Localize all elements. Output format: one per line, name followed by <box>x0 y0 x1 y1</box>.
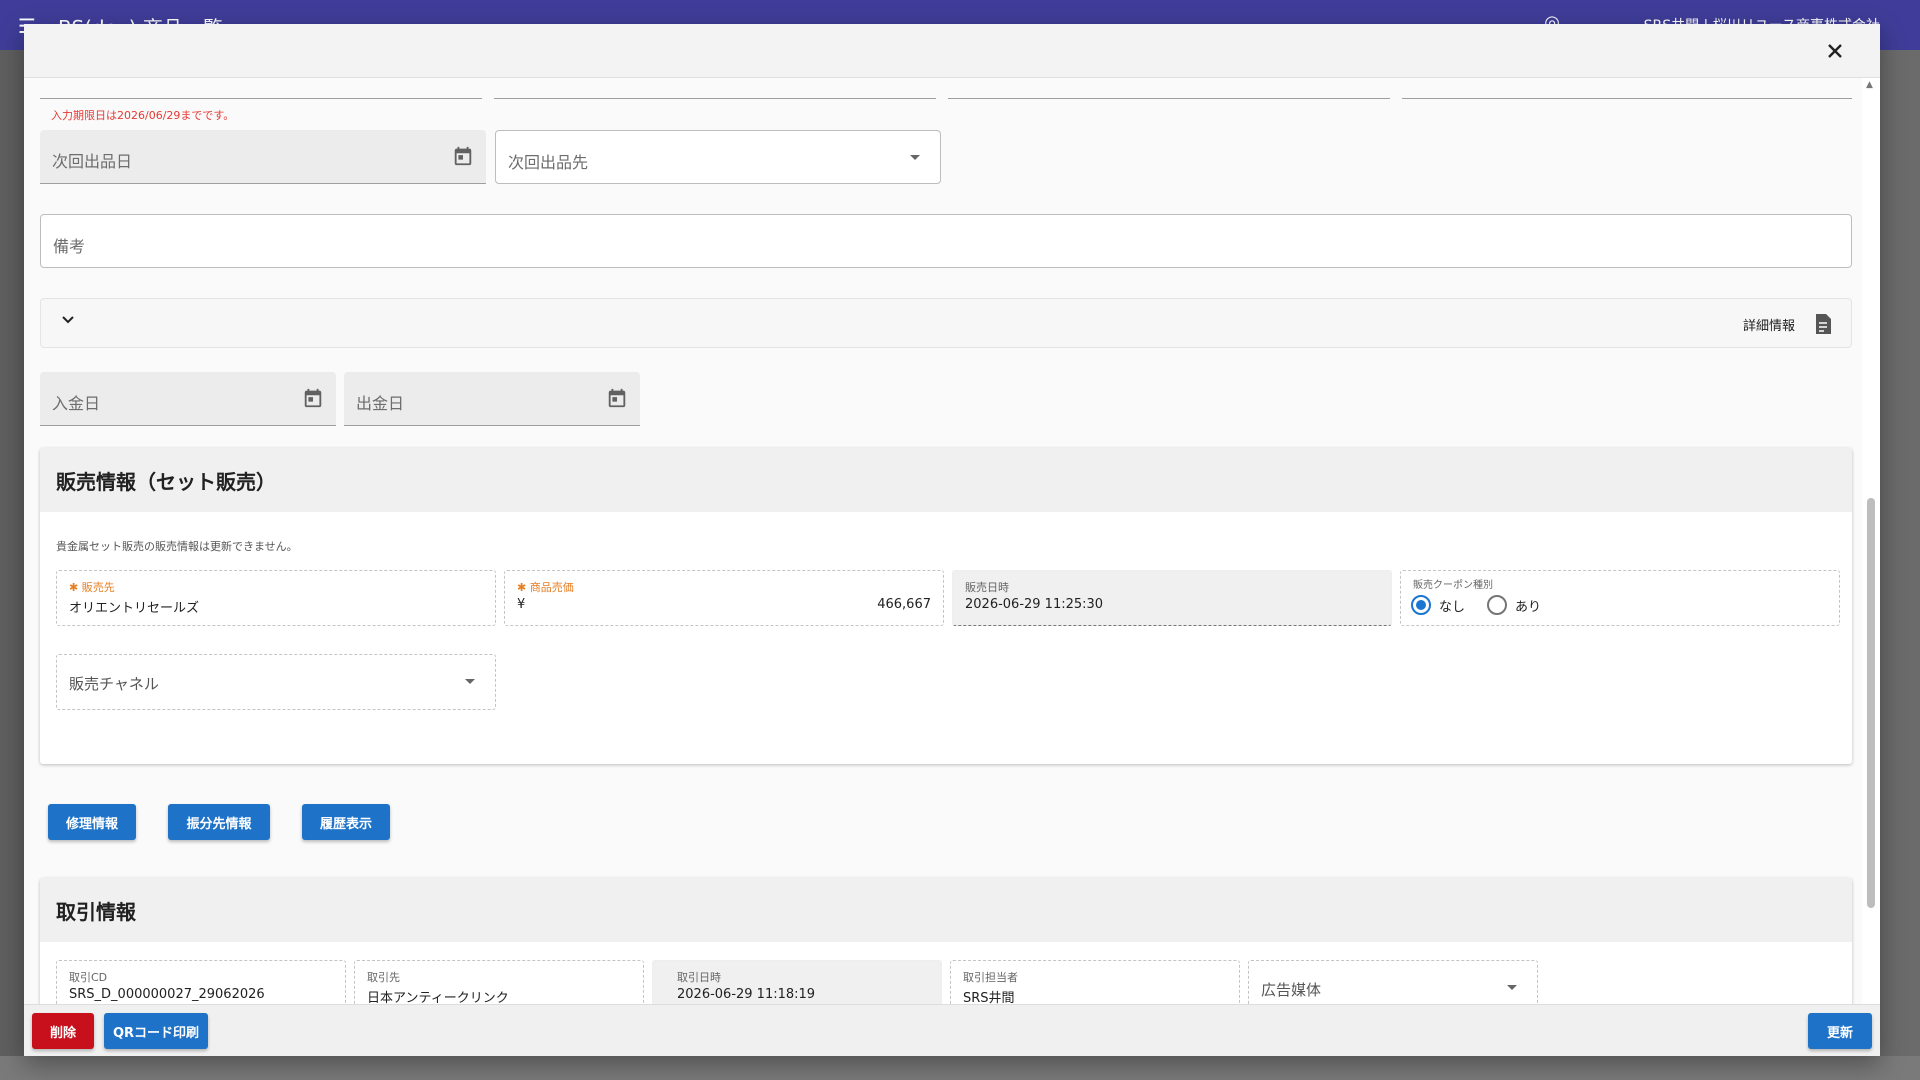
price-label: ✱ 商品売価 <box>517 581 574 594</box>
withdraw-date-label: 出金日 <box>356 394 405 413</box>
field-underline <box>1402 98 1852 99</box>
detail-info-expander[interactable]: 詳細情報 <box>40 298 1852 348</box>
price-currency: ¥ <box>517 597 526 612</box>
trade-card-header: 取引情報 <box>40 878 1852 942</box>
sales-channel-select[interactable]: 販売チャネル <box>56 654 496 710</box>
close-button[interactable] <box>1820 36 1850 66</box>
coupon-yes-radio[interactable]: あり <box>1487 595 1541 615</box>
coupon-type-field: 販売クーポン種別 なし あり <box>1400 570 1840 626</box>
dropdown-arrow-icon <box>910 155 920 160</box>
chevron-down-icon <box>61 311 75 332</box>
field-underline <box>494 98 936 99</box>
remarks-label: 備考 <box>53 237 86 256</box>
trade-datetime-value: 2026-06-29 11:18:19 <box>677 987 816 1002</box>
buyer-field[interactable]: ✱ 販売先 オリエントリセールズ <box>56 570 496 626</box>
trade-staff-label: 取引担当者 <box>963 971 1018 984</box>
allocation-info-button[interactable]: 振分先情報 <box>168 804 270 840</box>
dialog-scrollbar[interactable]: ▲ ▼ <box>1862 78 1880 1028</box>
next-listing-date-label: 次回出品日 <box>52 152 133 171</box>
price-field[interactable]: ✱ 商品売価 ¥ 466,667 <box>504 570 944 626</box>
dropdown-arrow-icon <box>465 679 475 684</box>
sold-at-field: 販売日時 2026-06-29 11:25:30 <box>952 570 1392 626</box>
buyer-value: オリエントリセールズ <box>69 601 200 616</box>
sold-at-value: 2026-06-29 11:25:30 <box>965 597 1104 612</box>
history-button[interactable]: 履歴表示 <box>302 804 390 840</box>
calendar-icon[interactable] <box>302 387 324 409</box>
field-underline <box>40 98 482 99</box>
deposit-date-field[interactable]: 入金日 <box>40 372 336 426</box>
withdraw-date-field[interactable]: 出金日 <box>344 372 640 426</box>
dialog-header <box>24 24 1880 78</box>
remarks-field[interactable]: 備考 <box>40 214 1852 268</box>
update-button[interactable]: 更新 <box>1808 1013 1872 1049</box>
background-sidebar <box>0 50 26 1080</box>
buyer-label-text: 販売先 <box>81 581 115 594</box>
coupon-none-label: なし <box>1439 599 1466 615</box>
trade-cd-value: SRS_D_000000027_29062026 <box>69 987 265 1002</box>
next-listing-date-field[interactable]: 次回出品日 <box>40 130 486 184</box>
scroll-up-icon[interactable]: ▲ <box>1866 80 1873 90</box>
sales-card-title: 販売情報（セット販売） <box>56 470 276 494</box>
product-edit-dialog: 入力期限日は2026/06/29までです。 次回出品日 次回出品先 備考 詳細情… <box>24 24 1880 1056</box>
close-icon <box>1828 44 1842 58</box>
buyer-label: ✱ 販売先 <box>69 581 115 594</box>
calendar-icon[interactable] <box>452 145 474 167</box>
scrollbar-thumb[interactable] <box>1867 498 1875 908</box>
coupon-type-label: 販売クーポン種別 <box>1413 580 1493 591</box>
document-icon <box>1816 314 1831 334</box>
field-underline <box>948 98 1390 99</box>
next-listing-destination-select[interactable]: 次回出品先 <box>495 130 941 184</box>
qr-print-button[interactable]: QRコード印刷 <box>104 1013 208 1049</box>
next-listing-destination-label: 次回出品先 <box>508 153 589 172</box>
price-label-text: 商品売価 <box>529 581 574 594</box>
trade-card-title: 取引情報 <box>56 900 136 924</box>
price-value: 466,667 <box>877 597 931 612</box>
deposit-date-label: 入金日 <box>52 394 101 413</box>
radio-checked-icon <box>1411 595 1431 615</box>
sales-note: 貴金属セット販売の販売情報は更新できません。 <box>56 540 298 553</box>
date-error-message: 入力期限日は2026/06/29までです。 <box>51 109 235 122</box>
detail-info-label: 詳細情報 <box>1742 319 1795 334</box>
sold-at-label: 販売日時 <box>965 581 1009 594</box>
trade-cd-label: 取引CD <box>69 971 108 984</box>
ad-media-label: 広告媒体 <box>1261 981 1322 999</box>
radio-unchecked-icon <box>1487 595 1507 615</box>
repair-info-button[interactable]: 修理情報 <box>48 804 136 840</box>
coupon-yes-label: あり <box>1515 599 1542 615</box>
dialog-footer: 削除 QRコード印刷 更新 <box>24 1004 1880 1056</box>
trade-partner-label: 取引先 <box>367 971 400 984</box>
calendar-icon[interactable] <box>606 387 628 409</box>
sales-card-header: 販売情報（セット販売） <box>40 448 1852 512</box>
background-footer <box>0 1056 1920 1080</box>
sales-info-card: 販売情報（セット販売） 貴金属セット販売の販売情報は更新できません。 ✱ 販売先… <box>40 448 1852 764</box>
dialog-content[interactable]: 入力期限日は2026/06/29までです。 次回出品日 次回出品先 備考 詳細情… <box>24 78 1880 1028</box>
dropdown-arrow-icon <box>1507 985 1517 990</box>
coupon-none-radio[interactable]: なし <box>1411 595 1465 615</box>
trade-datetime-label: 取引日時 <box>677 971 721 984</box>
sales-channel-label: 販売チャネル <box>69 675 159 693</box>
delete-button[interactable]: 削除 <box>32 1013 94 1049</box>
